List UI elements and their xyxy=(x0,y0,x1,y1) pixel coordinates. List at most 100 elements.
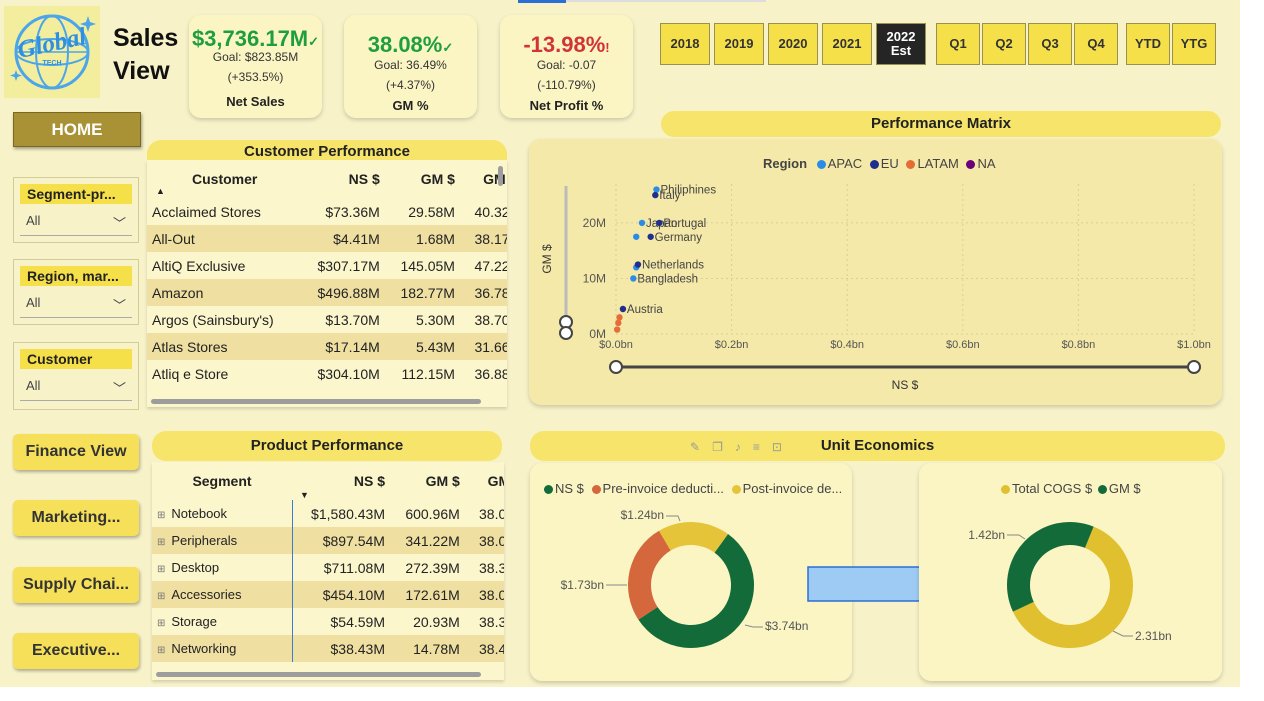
expand-icon[interactable]: ⊞ xyxy=(157,591,165,602)
scatter-point[interactable] xyxy=(619,305,627,313)
scatter-point[interactable] xyxy=(647,233,654,240)
segment-slicer-dropdown[interactable]: All ﹀ xyxy=(20,210,132,236)
table-row[interactable]: Acclaimed Stores$73.36M29.58M40.32% xyxy=(147,198,507,225)
customer-slicer-dropdown[interactable]: All ﹀ xyxy=(20,375,132,401)
customer-performance-table[interactable]: Customer▲ NS $ GM $ GM % Acclaimed Store… xyxy=(147,160,507,407)
table-row[interactable]: AltiQ Exclusive$307.17M145.05M47.22% xyxy=(147,252,507,279)
column-header-customer[interactable]: Customer ▲ xyxy=(147,160,301,198)
filter-icon[interactable]: ≡ xyxy=(753,440,760,458)
quarter-button-q1[interactable]: Q1 xyxy=(936,23,980,65)
marketing-button[interactable]: Marketing... xyxy=(13,500,139,536)
performance-matrix-title: Performance Matrix xyxy=(661,111,1221,137)
customer-slicer[interactable]: Customer All ﹀ xyxy=(13,342,139,410)
copy-icon[interactable]: ❐ xyxy=(712,440,723,458)
table-row[interactable]: ⊞Desktop$711.08M272.39M38.31% xyxy=(152,554,504,581)
kpi-net-profit[interactable]: -13.98%! Goal: -0.07 (-110.79%) Net Prof… xyxy=(500,15,633,118)
unit-economics-title: Unit Economics xyxy=(530,431,1225,461)
scatter-point[interactable] xyxy=(630,275,637,282)
scatter-point[interactable] xyxy=(613,326,621,333)
expand-icon[interactable]: ⊞ xyxy=(157,564,165,575)
region-slicer[interactable]: Region, mar... All ﹀ xyxy=(13,259,139,325)
year-button-2019[interactable]: 2019 xyxy=(714,23,764,65)
scatter-point[interactable] xyxy=(615,319,622,327)
table-row[interactable]: All-Out$4.41M1.68M38.17% xyxy=(147,225,507,252)
chevron-down-icon: ﹀ xyxy=(112,216,126,231)
leader-line xyxy=(744,624,763,628)
expand-icon[interactable]: ⊞ xyxy=(157,618,165,629)
expand-icon[interactable]: ⊞ xyxy=(157,645,165,656)
check-icon: ✓ xyxy=(442,40,454,55)
table-row[interactable]: ⊞Networking$38.43M14.78M38.45% xyxy=(152,635,504,662)
sort-asc-icon: ▲ xyxy=(156,186,165,196)
table-row[interactable]: ⊞Accessories$454.10M172.61M38.01% xyxy=(152,581,504,608)
year-button-2020[interactable]: 2020 xyxy=(768,23,818,65)
vertical-scrollbar[interactable] xyxy=(498,166,503,186)
year-button-2022[interactable]: 2022 Est xyxy=(876,23,926,65)
scatter-point[interactable] xyxy=(656,219,663,227)
table-row[interactable]: ⊞Notebook$1,580.43M600.96M38.03% xyxy=(152,500,504,527)
scatter-point[interactable] xyxy=(638,219,646,227)
table-row[interactable]: ⊞Peripherals$897.54M341.22M38.02% xyxy=(152,527,504,554)
column-header-ns[interactable]: NS $ ▼ xyxy=(292,462,390,500)
table-row[interactable]: Amazon$496.88M182.77M36.78% xyxy=(147,279,507,306)
home-button[interactable]: HOME xyxy=(13,112,141,147)
kpi-goal: Goal: 36.49% xyxy=(374,58,447,72)
column-header-gm-pct[interactable]: GM % xyxy=(465,462,504,500)
table-row[interactable]: Atliq e Store$304.10M112.15M36.88% xyxy=(147,360,507,387)
kpi-goal: Goal: -0.07 xyxy=(536,58,597,72)
kpi-label: Net Profit % xyxy=(529,98,604,113)
donut-chart-cogs[interactable]: 1.42bn 2.31bn xyxy=(919,463,1222,681)
bell-icon[interactable]: ♪ xyxy=(735,440,741,458)
column-header-gm[interactable]: GM $ xyxy=(385,160,460,198)
alert-icon: ! xyxy=(605,40,610,55)
product-performance-table[interactable]: Segment NS $▼ GM $ GM % ⊞Notebook$1,580.… xyxy=(152,462,504,680)
horizontal-scrollbar[interactable] xyxy=(151,399,481,404)
kpi-net-sales[interactable]: $3,736.17M✓ Goal: $823.85M (+353.5%) Net… xyxy=(189,15,322,118)
period-button-ytg[interactable]: YTG xyxy=(1172,23,1216,65)
kpi-gm-percent[interactable]: 38.08%✓ Goal: 36.49% (+4.37%) GM % xyxy=(344,15,477,118)
column-header-gm[interactable]: GM $ xyxy=(390,462,465,500)
scatter-point[interactable] xyxy=(652,191,659,199)
donut-chart-deductions[interactable]: $1.24bn $1.73bn $3.74bn xyxy=(530,463,852,681)
horizontal-scrollbar[interactable] xyxy=(156,672,481,677)
segment-slicer[interactable]: Segment-pr... All ﹀ xyxy=(13,177,139,243)
pin-icon[interactable]: ✎ xyxy=(690,440,700,458)
donut-card-cogs: Total COGS $ GM $ 1.42bn 2.31bn xyxy=(919,463,1222,681)
region-slicer-dropdown[interactable]: All ﹀ xyxy=(20,292,132,318)
x-zoom-slider-handle[interactable] xyxy=(1187,360,1201,374)
y-zoom-slider-handle[interactable] xyxy=(559,326,573,340)
column-header-segment[interactable]: Segment xyxy=(152,462,292,500)
donut-slice[interactable] xyxy=(628,530,671,620)
chevron-down-icon: ﹀ xyxy=(112,298,126,313)
year-button-2018[interactable]: 2018 xyxy=(660,23,710,65)
column-header-ns[interactable]: NS $ xyxy=(301,160,385,198)
x-tick-label: $0.2bn xyxy=(715,339,749,351)
expand-icon[interactable]: ⊞ xyxy=(157,537,165,548)
year-button-2021[interactable]: 2021 xyxy=(822,23,872,65)
table-row[interactable]: Argos (Sainsbury's)$13.70M5.30M38.70% xyxy=(147,306,507,333)
executive-button[interactable]: Executive... xyxy=(13,633,139,669)
scatter-point[interactable] xyxy=(634,261,642,268)
table-row[interactable]: ⊞Storage$54.59M20.93M38.33% xyxy=(152,608,504,635)
x-zoom-slider-handle[interactable] xyxy=(609,360,623,374)
period-button-ytd[interactable]: YTD xyxy=(1126,23,1170,65)
y-tick-label: 0M xyxy=(589,327,606,341)
quarter-button-q4[interactable]: Q4 xyxy=(1074,23,1118,65)
kpi-label: Net Sales xyxy=(226,94,285,109)
data-label: 2.31bn xyxy=(1135,629,1172,643)
expand-icon[interactable]: ⊞ xyxy=(157,510,165,521)
kpi-delta: (+4.37%) xyxy=(385,78,436,92)
kpi-label: GM % xyxy=(392,98,429,113)
kpi-value: -13.98%! xyxy=(523,32,610,57)
focus-icon[interactable]: ⊡ xyxy=(772,440,782,458)
supply-chain-button[interactable]: Supply Chai... xyxy=(13,567,139,603)
table-row[interactable]: Atlas Stores$17.14M5.43M31.66% xyxy=(147,333,507,360)
scatter-point[interactable] xyxy=(616,314,623,321)
y-tick-label: 20M xyxy=(583,216,606,230)
finance-view-button[interactable]: Finance View xyxy=(13,434,139,470)
scatter-plot[interactable]: $0.0bn $0.2bn $0.4bn $0.6bn $0.8bn $1.0bn0M10… xyxy=(529,139,1222,405)
scatter-point[interactable] xyxy=(633,233,640,240)
quarter-button-q3[interactable]: Q3 xyxy=(1028,23,1072,65)
quarter-button-q2[interactable]: Q2 xyxy=(982,23,1026,65)
donut-slice[interactable] xyxy=(658,522,729,553)
